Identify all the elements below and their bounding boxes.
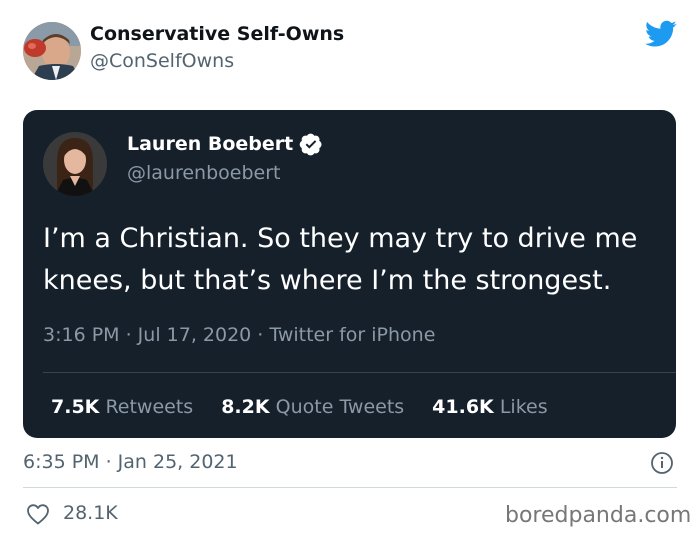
- quoted-tweet-card[interactable]: Lauren Boebert @laurenboebert I’m a Chri…: [23, 110, 676, 438]
- author-name[interactable]: Conservative Self-Owns: [90, 23, 344, 45]
- like-count[interactable]: 28.1K: [63, 502, 118, 524]
- person-avatar-icon: [23, 22, 81, 80]
- quoted-author-avatar[interactable]: [43, 132, 107, 196]
- quote-tweets-count: 8.2K: [221, 396, 270, 418]
- retweets-label: Retweets: [105, 396, 194, 418]
- quoted-author-row: Lauren Boebert: [127, 132, 323, 156]
- tweet-embed: Conservative Self-Owns @ConSelfOwns Laur…: [0, 0, 700, 540]
- quoted-tweet-timestamp[interactable]: 3:16 PM · Jul 17, 2020 · Twitter for iPh…: [43, 324, 435, 346]
- quoted-tweet-text-line: I’m a Christian. So they may try to driv…: [43, 223, 638, 254]
- likes-stat[interactable]: 41.6K Likes: [432, 396, 547, 418]
- quote-tweets-stat[interactable]: 8.2K Quote Tweets: [221, 396, 404, 418]
- tweet-divider: [23, 487, 677, 488]
- quoted-author-handle[interactable]: @laurenboebert: [127, 162, 280, 184]
- quoted-tweet-text: I’m a Christian. So they may try to driv…: [43, 218, 668, 302]
- retweets-count: 7.5K: [51, 396, 100, 418]
- info-icon[interactable]: [650, 451, 674, 475]
- person-avatar-icon: [43, 132, 107, 196]
- quoted-tweet-text-line: knees, but that’s where I’m the stronges…: [43, 265, 612, 296]
- twitter-bird-icon[interactable]: [645, 20, 677, 48]
- quoted-author-name[interactable]: Lauren Boebert: [127, 133, 293, 155]
- author-handle[interactable]: @ConSelfOwns: [90, 50, 234, 72]
- quoted-tweet-divider: [43, 372, 676, 373]
- quoted-tweet-stats: 7.5K Retweets 8.2K Quote Tweets 41.6K Li…: [51, 396, 548, 418]
- retweets-stat[interactable]: 7.5K Retweets: [51, 396, 193, 418]
- tweet-timestamp[interactable]: 6:35 PM · Jan 25, 2021: [23, 451, 238, 473]
- heart-icon[interactable]: [26, 503, 50, 525]
- likes-label: Likes: [499, 396, 548, 418]
- author-avatar[interactable]: [23, 22, 81, 80]
- quote-tweets-label: Quote Tweets: [275, 396, 405, 418]
- likes-count: 41.6K: [432, 396, 494, 418]
- watermark: boredpanda.com: [505, 503, 692, 528]
- verified-badge-icon: [299, 133, 322, 156]
